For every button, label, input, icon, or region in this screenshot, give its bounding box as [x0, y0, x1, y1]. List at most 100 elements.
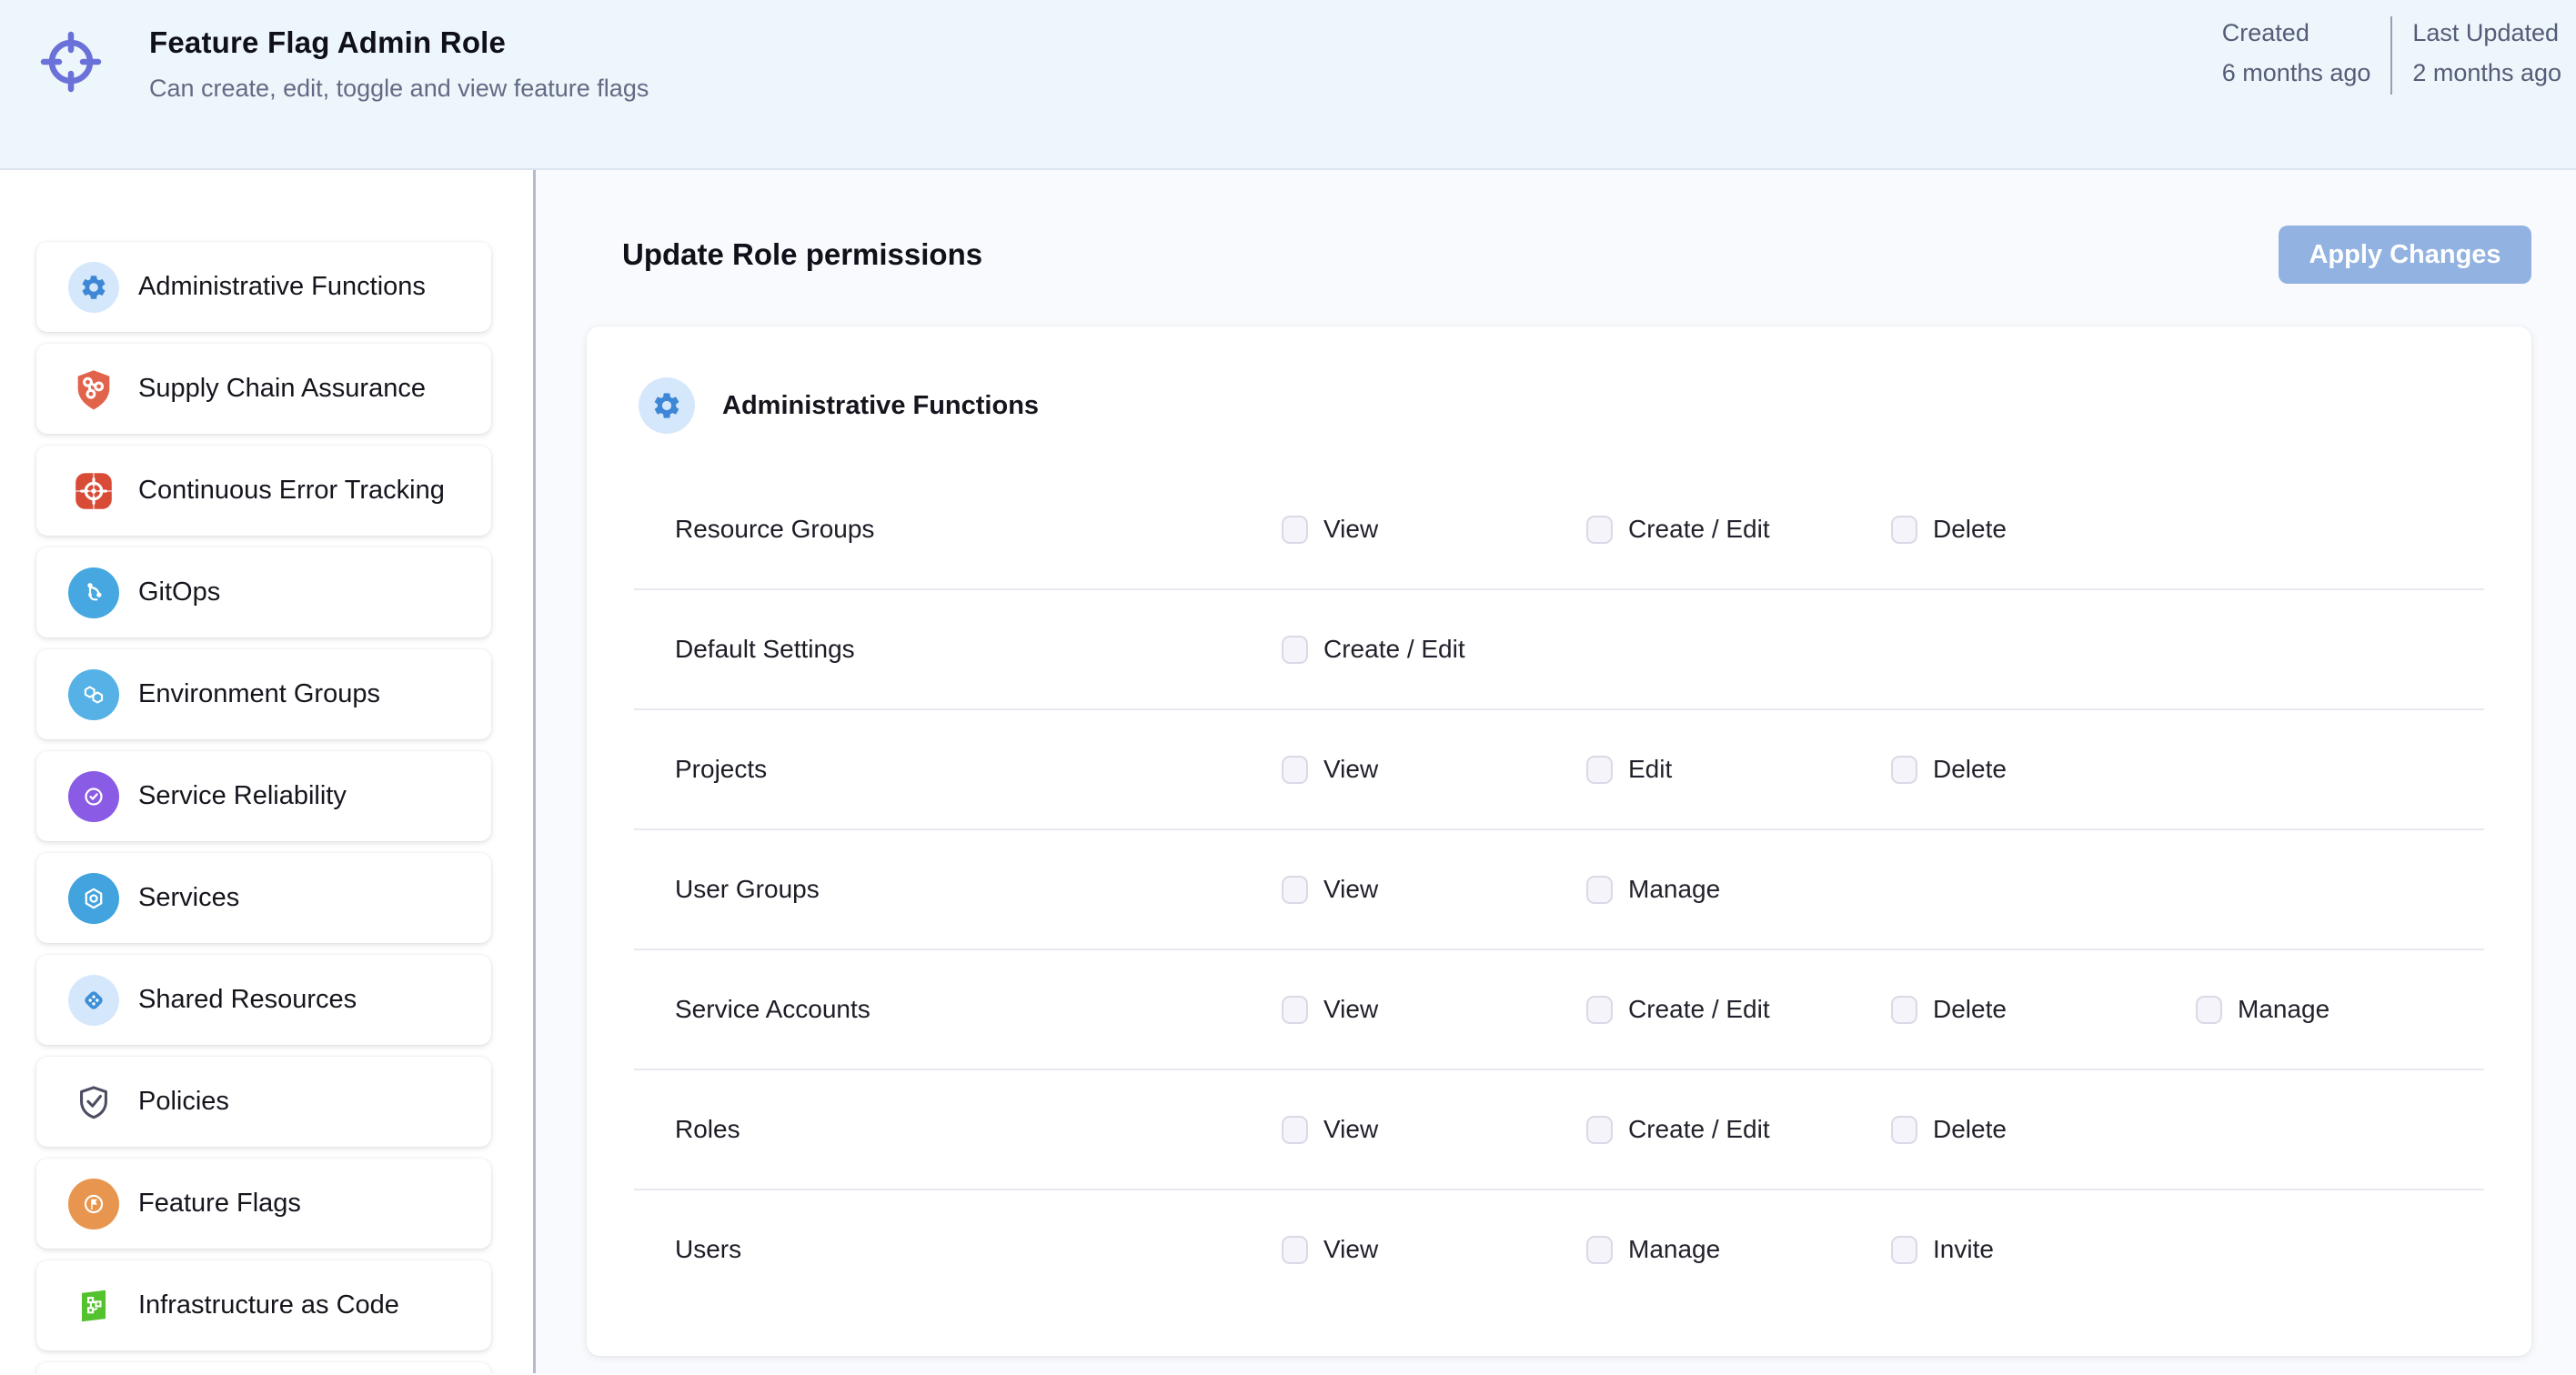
permission-checkbox[interactable] — [1282, 756, 1308, 784]
permission-label: Manage — [2238, 995, 2329, 1024]
sidebar-item-label: Supply Chain Assurance — [138, 374, 426, 404]
permission-checkbox[interactable] — [1586, 1236, 1613, 1264]
sidebar-item-service-reliability[interactable]: Service Reliability — [36, 751, 491, 841]
resource-name: Default Settings — [634, 635, 1282, 664]
table-row-projects: Projects View Edit Delete — [634, 710, 2484, 830]
resource-name: User Groups — [634, 875, 1282, 904]
sidebar-item-continuous-error-tracking[interactable]: Continuous Error Tracking — [36, 446, 491, 536]
gear-icon — [639, 377, 695, 434]
sidebar-item-shared-resources[interactable]: Shared Resources — [36, 955, 491, 1045]
permission-checkbox[interactable] — [1586, 516, 1613, 544]
error-target-icon — [68, 466, 119, 517]
created-value: 6 months ago — [2222, 53, 2371, 93]
permission-checkbox[interactable] — [1282, 876, 1308, 904]
role-meta: Created 6 months ago Last Updated 2 mont… — [2222, 13, 2561, 95]
permissions-main: Update Role permissions Apply Changes Ad… — [536, 170, 2576, 1373]
permission-checkbox[interactable] — [1586, 996, 1613, 1024]
permission-checkbox[interactable] — [1891, 1236, 1917, 1264]
permission-checkbox[interactable] — [1891, 996, 1917, 1024]
table-row-user-groups: User Groups View Manage — [634, 830, 2484, 950]
permission-checkbox[interactable] — [1891, 756, 1917, 784]
permission-label: View — [1323, 875, 1378, 904]
flag-icon — [68, 1179, 119, 1229]
shield-check-icon — [68, 1077, 119, 1128]
sidebar-item-administrative-functions[interactable]: Administrative Functions — [36, 242, 491, 332]
sidebar-item-label: Service Reliability — [138, 781, 347, 811]
permission-label: Invite — [1933, 1235, 1994, 1264]
sidebar-item-label: Environment Groups — [138, 679, 380, 709]
permission-label: Create / Edit — [1628, 1115, 1770, 1144]
role-permissions-page: Feature Flag Admin Role Can create, edit… — [0, 0, 2576, 1375]
table-row-roles: Roles View Create / Edit Delete — [634, 1070, 2484, 1190]
git-branch-icon — [68, 567, 119, 618]
permission-checkbox[interactable] — [1282, 996, 1308, 1024]
table-row-service-accounts: Service Accounts View Create / Edit Dele… — [634, 950, 2484, 1070]
permission-label: Edit — [1628, 755, 1672, 784]
gear-icon — [68, 262, 119, 313]
sidebar-item-supply-chain-assurance[interactable]: Supply Chain Assurance — [36, 344, 491, 434]
resource-name: Roles — [634, 1115, 1282, 1144]
resource-name: Resource Groups — [634, 515, 1282, 544]
page-title: Feature Flag Admin Role — [149, 25, 649, 60]
table-row-resource-groups: Resource Groups View Create / Edit Delet… — [634, 470, 2484, 590]
permission-group-title: Administrative Functions — [722, 391, 1039, 421]
table-row-users: Users View Manage Invite — [634, 1190, 2484, 1309]
sidebar-item-gitops[interactable]: GitOps — [36, 547, 491, 637]
permission-checkbox[interactable] — [1891, 516, 1917, 544]
permission-checkbox[interactable] — [1586, 1116, 1613, 1144]
created-meta: Created 6 months ago — [2222, 13, 2371, 95]
permission-label: View — [1323, 1115, 1378, 1144]
permission-label: Delete — [1933, 995, 2007, 1024]
last-updated-value: 2 months ago — [2412, 53, 2561, 93]
created-label: Created — [2222, 13, 2371, 53]
sidebar-item-feature-flags[interactable]: Feature Flags — [36, 1159, 491, 1249]
sidebar-item-label: Services — [138, 883, 239, 913]
role-header: Feature Flag Admin Role Can create, edit… — [0, 0, 2576, 170]
permission-checkbox[interactable] — [2196, 996, 2222, 1024]
circuit-panel-icon — [68, 1280, 119, 1331]
permission-label: Delete — [1933, 1115, 2007, 1144]
table-row-default-settings: Default Settings Create / Edit — [634, 590, 2484, 710]
permission-label: View — [1323, 995, 1378, 1024]
role-description: Can create, edit, toggle and view featur… — [149, 75, 649, 103]
last-updated-meta: Last Updated 2 months ago — [2412, 13, 2561, 95]
permission-label: View — [1323, 1235, 1378, 1264]
permission-label: Manage — [1628, 875, 1720, 904]
last-updated-label: Last Updated — [2412, 13, 2561, 53]
permission-label: Create / Edit — [1323, 635, 1465, 664]
sidebar-item-infrastructure-as-code[interactable]: Infrastructure as Code — [36, 1260, 491, 1350]
permission-checkbox[interactable] — [1586, 756, 1613, 784]
sidebar-item-label: Administrative Functions — [138, 272, 426, 302]
sidebar-item-label: Policies — [138, 1087, 229, 1117]
meta-divider — [2390, 16, 2392, 95]
permission-label: Delete — [1933, 755, 2007, 784]
resource-name: Projects — [634, 755, 1282, 784]
sidebar-item-partial[interactable] — [36, 1362, 491, 1373]
permission-checkbox[interactable] — [1282, 1236, 1308, 1264]
resource-name: Users — [634, 1235, 1282, 1264]
section-heading: Update Role permissions — [622, 237, 982, 272]
permission-label: View — [1323, 755, 1378, 784]
permission-checkbox[interactable] — [1282, 636, 1308, 664]
permission-label: Manage — [1628, 1235, 1720, 1264]
sidebar-item-label: GitOps — [138, 577, 220, 607]
permission-label: Create / Edit — [1628, 995, 1770, 1024]
permissions-card: Administrative Functions Resource Groups… — [587, 326, 2531, 1356]
resource-category-sidebar: Administrative Functions Supply Chain As… — [0, 170, 536, 1373]
permission-checkbox[interactable] — [1282, 1116, 1308, 1144]
sidebar-item-environment-groups[interactable]: Environment Groups — [36, 649, 491, 739]
apply-changes-button[interactable]: Apply Changes — [2279, 226, 2531, 284]
hexagon-group-icon — [68, 669, 119, 720]
hexagon-nut-icon — [68, 873, 119, 924]
permission-checkbox[interactable] — [1282, 516, 1308, 544]
permission-label: Delete — [1933, 515, 2007, 544]
sidebar-item-policies[interactable]: Policies — [36, 1057, 491, 1147]
sidebar-item-label: Shared Resources — [138, 985, 357, 1015]
shared-dice-icon — [68, 975, 119, 1026]
sidebar-item-label: Infrastructure as Code — [138, 1290, 399, 1320]
clock-check-icon — [68, 771, 119, 822]
permission-checkbox[interactable] — [1891, 1116, 1917, 1144]
sidebar-item-services[interactable]: Services — [36, 853, 491, 943]
permission-checkbox[interactable] — [1586, 876, 1613, 904]
resource-name: Service Accounts — [634, 995, 1282, 1024]
